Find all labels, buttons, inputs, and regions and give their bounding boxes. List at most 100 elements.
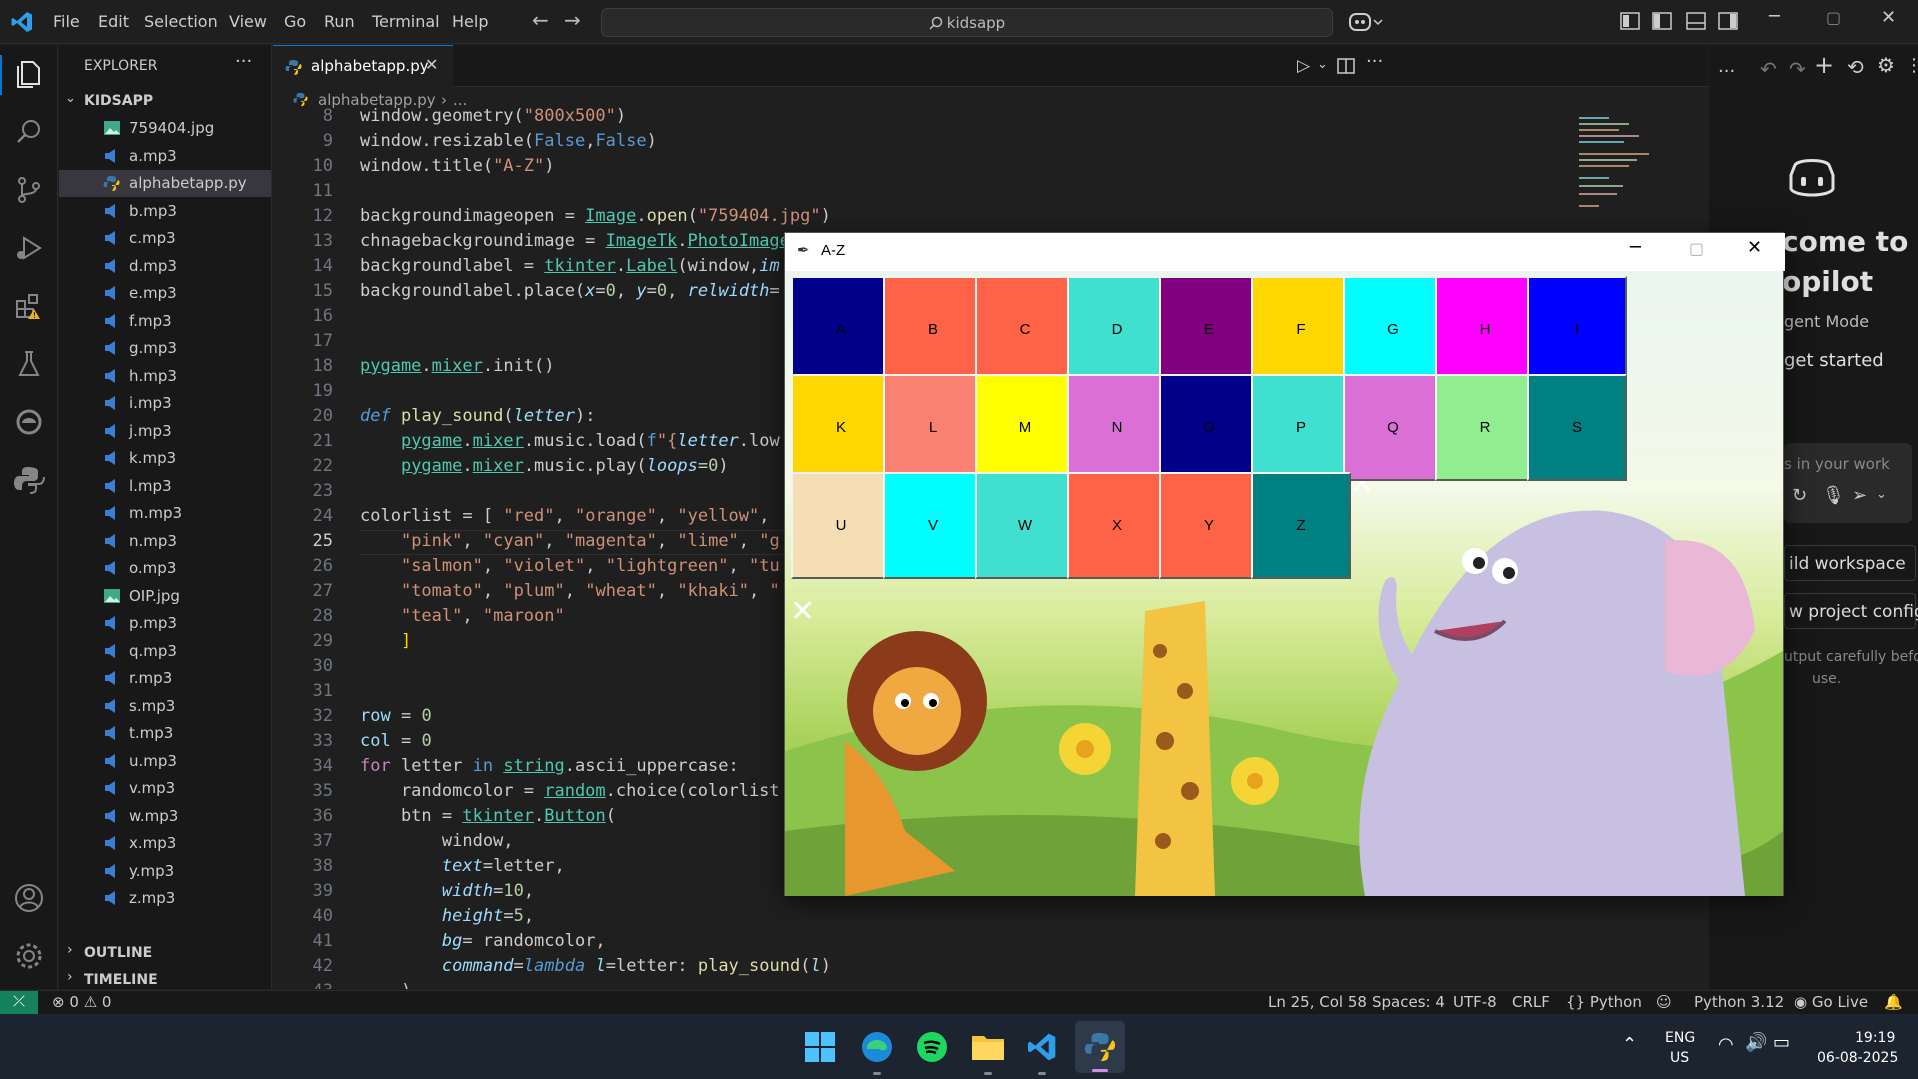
file-item[interactable]: o.mp3 xyxy=(59,555,271,582)
run-dropdown-icon[interactable]: ⌄ xyxy=(1317,57,1328,72)
menu-run[interactable]: Run xyxy=(324,12,355,31)
tk-maximize-icon[interactable]: ▢ xyxy=(1689,239,1704,258)
file-item[interactable]: r.mp3 xyxy=(59,665,271,692)
clock-date[interactable]: 06-08-2025 xyxy=(1817,1050,1898,1066)
letter-button-h[interactable]: H xyxy=(1435,276,1535,383)
menu-edit[interactable]: Edit xyxy=(98,12,129,31)
toggle-secondary-sidebar-icon[interactable] xyxy=(1718,12,1738,30)
accounts-icon[interactable] xyxy=(12,881,46,915)
spotify-icon[interactable] xyxy=(916,1031,948,1063)
testing-icon[interactable] xyxy=(12,347,46,381)
close-tab-icon[interactable]: ✕ xyxy=(425,55,438,74)
letter-button-f[interactable]: F xyxy=(1251,276,1351,383)
letter-button-m[interactable]: M xyxy=(975,374,1075,481)
letter-button-u[interactable]: U xyxy=(791,472,891,579)
chat-input-box[interactable]: s in your work ↻ 🎙 ➢ ⌄ xyxy=(1784,443,1912,523)
letter-button-d[interactable]: D xyxy=(1067,276,1167,383)
file-item[interactable]: y.mp3 xyxy=(59,858,271,885)
run-debug-icon[interactable] xyxy=(12,231,46,265)
file-item[interactable]: 759404.jpg xyxy=(59,115,271,142)
windows-start-icon[interactable] xyxy=(805,1032,835,1062)
file-item[interactable]: t.mp3 xyxy=(59,720,271,747)
file-item[interactable]: k.mp3 xyxy=(59,445,271,472)
build-workspace-button[interactable]: ild workspace xyxy=(1784,545,1916,581)
file-item[interactable]: OIP.jpg xyxy=(59,583,271,610)
back-arrow-icon[interactable]: ← xyxy=(532,8,549,32)
run-python-icon[interactable]: ▷ xyxy=(1297,56,1310,76)
letter-button-b[interactable]: B xyxy=(883,276,983,383)
file-item[interactable]: j.mp3 xyxy=(59,418,271,445)
explorer-files-icon[interactable] xyxy=(12,57,46,91)
cursor-position[interactable]: Ln 25, Col 58 xyxy=(1268,993,1367,1011)
menu-file[interactable]: File xyxy=(53,12,80,31)
language-mode[interactable]: {} Python xyxy=(1566,993,1642,1011)
file-item[interactable]: d.mp3 xyxy=(59,253,271,280)
file-item[interactable]: g.mp3 xyxy=(59,335,271,362)
more-icon[interactable]: ⋮ xyxy=(1905,55,1918,76)
file-item[interactable]: e.mp3 xyxy=(59,280,271,307)
file-item[interactable]: w.mp3 xyxy=(59,803,271,830)
project-config-button[interactable]: w project config xyxy=(1784,593,1918,629)
file-item[interactable]: m.mp3 xyxy=(59,500,271,527)
letter-button-q[interactable]: Q xyxy=(1343,374,1443,481)
clock-time[interactable]: 19:19 xyxy=(1855,1030,1895,1046)
close-icon[interactable]: ✕ xyxy=(1881,7,1896,28)
file-item[interactable]: x.mp3 xyxy=(59,830,271,857)
toggle-primary-sidebar-icon[interactable] xyxy=(1652,12,1672,30)
volume-icon[interactable]: 🔊 xyxy=(1745,1032,1767,1053)
command-center-search[interactable]: kidsapp xyxy=(601,8,1333,37)
letter-button-c[interactable]: C xyxy=(975,276,1075,383)
letter-button-o[interactable]: O xyxy=(1159,374,1259,481)
letter-button-x[interactable]: X xyxy=(1067,472,1167,579)
edge-browser-icon[interactable] xyxy=(861,1031,893,1063)
file-item[interactable]: s.mp3 xyxy=(59,693,271,720)
tray-overflow-icon[interactable]: ⌃ xyxy=(1622,1034,1637,1055)
letter-button-n[interactable]: N xyxy=(1067,374,1167,481)
tk-close-icon[interactable]: ✕ xyxy=(1747,237,1762,258)
letter-button-z[interactable]: Z xyxy=(1251,472,1351,579)
python-taskbar-button[interactable] xyxy=(1075,1021,1125,1073)
language-indicator-2[interactable]: US xyxy=(1670,1050,1689,1066)
letter-button-w[interactable]: W xyxy=(975,472,1075,579)
file-item[interactable]: f.mp3 xyxy=(59,308,271,335)
file-item[interactable]: a.mp3 xyxy=(59,143,271,170)
file-item[interactable]: alphabetapp.py xyxy=(59,170,271,197)
maximize-icon[interactable]: ▢ xyxy=(1826,8,1841,27)
copilot-status-icon[interactable]: ☺ xyxy=(1656,993,1672,1011)
forward-arrow-icon[interactable]: → xyxy=(564,8,581,32)
toggle-panel-icon[interactable] xyxy=(1686,12,1706,30)
language-indicator-1[interactable]: ENG xyxy=(1665,1030,1695,1046)
file-item[interactable]: l.mp3 xyxy=(59,473,271,500)
notifications-bell-icon[interactable]: 🔔 xyxy=(1884,993,1903,1011)
python-icon[interactable] xyxy=(12,463,46,497)
menu-terminal[interactable]: Terminal xyxy=(372,12,440,31)
letter-button-s[interactable]: S xyxy=(1527,374,1627,481)
letter-button-k[interactable]: K xyxy=(791,374,891,481)
folder-header[interactable]: ⌄ KIDSAPP xyxy=(59,89,271,113)
file-item[interactable]: z.mp3 xyxy=(59,885,271,912)
menu-go[interactable]: Go xyxy=(284,12,306,31)
refresh-icon[interactable]: ↻ xyxy=(1792,485,1807,506)
file-item[interactable]: n.mp3 xyxy=(59,528,271,555)
remote-indicator[interactable]: ⤫ xyxy=(0,991,38,1014)
edge-devtools-icon[interactable] xyxy=(12,405,46,439)
letter-button-r[interactable]: R xyxy=(1435,374,1535,481)
letter-button-g[interactable]: G xyxy=(1343,276,1443,383)
extensions-icon[interactable]: ! xyxy=(12,289,46,323)
letter-button-i[interactable]: I xyxy=(1527,276,1627,383)
go-live-button[interactable]: ◉ Go Live xyxy=(1794,993,1868,1011)
encoding[interactable]: UTF-8 xyxy=(1453,993,1497,1011)
file-item[interactable]: v.mp3 xyxy=(59,775,271,802)
problems-indicator[interactable]: ⊗ 0 ⚠ 0 xyxy=(52,993,111,1011)
indentation[interactable]: Spaces: 4 xyxy=(1372,993,1445,1011)
more-actions-icon[interactable]: ··· xyxy=(235,51,252,72)
python-interpreter[interactable]: Python 3.12 xyxy=(1694,993,1784,1011)
menu-view[interactable]: View xyxy=(229,12,267,31)
settings-gear-icon[interactable] xyxy=(12,939,46,973)
menu-selection[interactable]: Selection xyxy=(144,12,218,31)
tk-minimize-icon[interactable]: ─ xyxy=(1630,237,1641,258)
letter-button-e[interactable]: E xyxy=(1159,276,1259,383)
mic-icon[interactable]: 🎙 xyxy=(1822,485,1845,506)
vscode-taskbar-icon[interactable] xyxy=(1026,1031,1058,1063)
tab-alphabetapp[interactable]: alphabetapp.py ✕ xyxy=(273,45,453,87)
